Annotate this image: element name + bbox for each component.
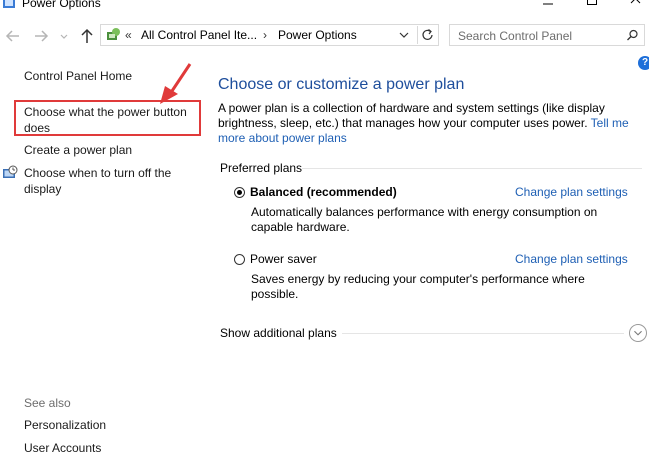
breadcrumb-separator[interactable]: ›	[263, 27, 267, 43]
see-also-heading: See also	[24, 396, 71, 410]
see-also-user-accounts[interactable]: User Accounts	[24, 440, 101, 456]
control-panel-icon	[107, 28, 120, 40]
forward-arrow-icon[interactable]	[32, 26, 50, 46]
expand-chevron-icon[interactable]	[629, 324, 647, 342]
power-saver-radio[interactable]	[234, 254, 245, 265]
annotation-arrow-icon	[160, 63, 192, 104]
close-icon[interactable]	[626, 0, 646, 10]
breadcrumb-overflow[interactable]: «	[125, 27, 132, 43]
search-input[interactable]: Search Control Panel	[449, 24, 645, 46]
title-bar: Power Options	[0, 0, 649, 13]
display-timer-icon	[3, 165, 18, 178]
sidebar-item-turn-off-display[interactable]: Choose when to turn off the display	[24, 165, 184, 197]
refresh-icon[interactable]	[417, 26, 438, 44]
maximize-icon[interactable]	[582, 0, 602, 10]
preferred-plans-heading: Preferred plans	[220, 161, 303, 175]
show-additional-plans-divider	[342, 333, 624, 334]
address-bar[interactable]: « All Control Panel Ite... › Power Optio…	[100, 24, 439, 46]
sidebar-item-create-power-plan[interactable]: Create a power plan	[24, 142, 132, 158]
show-additional-plans-label[interactable]: Show additional plans	[220, 326, 337, 341]
window-title: Power Options	[22, 0, 101, 10]
page-description: A power plan is a collection of hardware…	[218, 101, 638, 146]
address-dropdown-icon[interactable]	[397, 28, 411, 42]
sidebar-item-control-panel-home[interactable]: Control Panel Home	[24, 68, 132, 84]
change-plan-settings-power-saver-link[interactable]: Change plan settings	[515, 252, 628, 267]
plan-description-power-saver: Saves energy by reducing your computer's…	[251, 272, 585, 301]
change-plan-settings-balanced-link[interactable]: Change plan settings	[515, 185, 628, 200]
plan-name-power-saver[interactable]: Power saver	[250, 252, 317, 267]
up-arrow-icon[interactable]	[78, 26, 96, 46]
back-arrow-icon[interactable]	[4, 26, 22, 46]
minimize-icon[interactable]	[538, 0, 558, 10]
search-placeholder: Search Control Panel	[458, 29, 573, 43]
recent-locations-chevron-icon[interactable]	[58, 26, 70, 46]
power-options-icon	[3, 0, 15, 8]
plan-name-balanced[interactable]: Balanced (recommended)	[250, 185, 397, 200]
description-text: A power plan is a collection of hardware…	[218, 101, 605, 130]
page-title: Choose or customize a power plan	[218, 76, 465, 93]
plan-description-balanced: Automatically balances performance with …	[251, 205, 598, 234]
see-also-personalization[interactable]: Personalization	[24, 417, 106, 433]
help-icon[interactable]: ?	[638, 56, 649, 70]
search-icon[interactable]	[626, 29, 639, 42]
balanced-radio[interactable]	[234, 187, 245, 198]
breadcrumb-power-options[interactable]: Power Options	[278, 27, 357, 43]
breadcrumb-all-control-panel[interactable]: All Control Panel Ite...	[141, 27, 257, 43]
preferred-plans-divider	[302, 168, 642, 169]
